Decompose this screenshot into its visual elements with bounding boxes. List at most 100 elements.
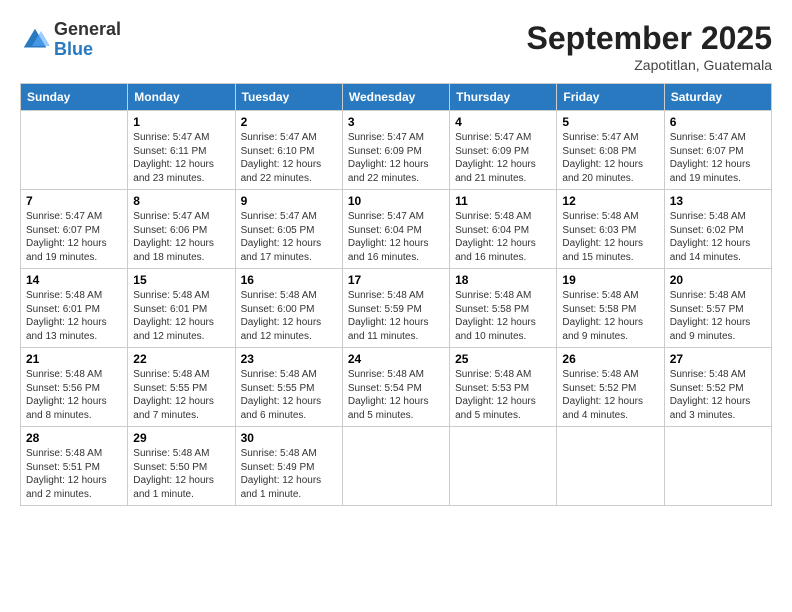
day-number: 12 [562,194,658,208]
day-info: Sunrise: 5:48 AM Sunset: 5:51 PM Dayligh… [26,447,122,501]
day-number: 30 [241,431,337,445]
day-info: Sunrise: 5:48 AM Sunset: 6:02 PM Dayligh… [670,210,766,264]
calendar-week: 1 Sunrise: 5:47 AM Sunset: 6:11 PM Daylig… [21,111,772,190]
calendar-cell: 12 Sunrise: 5:48 AM Sunset: 6:03 PM Dayli… [557,190,664,269]
day-number: 11 [455,194,551,208]
day-number: 5 [562,115,658,129]
day-info: Sunrise: 5:48 AM Sunset: 5:55 PM Dayligh… [133,368,229,422]
logo: General Blue [20,20,121,60]
day-info: Sunrise: 5:47 AM Sunset: 6:09 PM Dayligh… [348,131,444,185]
calendar-cell: 14 Sunrise: 5:48 AM Sunset: 6:01 PM Dayli… [21,269,128,348]
weekday-row: SundayMondayTuesdayWednesdayThursdayFrid… [21,84,772,111]
calendar-cell [557,427,664,506]
calendar-cell: 13 Sunrise: 5:48 AM Sunset: 6:02 PM Dayli… [664,190,771,269]
day-number: 4 [455,115,551,129]
day-number: 22 [133,352,229,366]
calendar-cell [450,427,557,506]
page-header: General Blue September 2025 Zapotitlan, … [20,20,772,73]
day-info: Sunrise: 5:48 AM Sunset: 6:04 PM Dayligh… [455,210,551,264]
day-info: Sunrise: 5:48 AM Sunset: 6:01 PM Dayligh… [26,289,122,343]
day-info: Sunrise: 5:48 AM Sunset: 5:58 PM Dayligh… [562,289,658,343]
calendar-cell: 21 Sunrise: 5:48 AM Sunset: 5:56 PM Dayli… [21,348,128,427]
weekday-header: Saturday [664,84,771,111]
day-number: 21 [26,352,122,366]
calendar-cell: 17 Sunrise: 5:48 AM Sunset: 5:59 PM Dayli… [342,269,449,348]
day-info: Sunrise: 5:48 AM Sunset: 5:59 PM Dayligh… [348,289,444,343]
day-number: 15 [133,273,229,287]
day-info: Sunrise: 5:48 AM Sunset: 5:50 PM Dayligh… [133,447,229,501]
calendar-cell: 29Sunrise: 5:48 AM Sunset: 5:50 PM Dayli… [128,427,235,506]
calendar-cell: 25 Sunrise: 5:48 AM Sunset: 5:53 PM Dayli… [450,348,557,427]
day-number: 13 [670,194,766,208]
calendar-week: 14 Sunrise: 5:48 AM Sunset: 6:01 PM Dayli… [21,269,772,348]
day-info: Sunrise: 5:48 AM Sunset: 5:57 PM Dayligh… [670,289,766,343]
day-number: 8 [133,194,229,208]
calendar-cell: 27Sunrise: 5:48 AM Sunset: 5:52 PM Dayli… [664,348,771,427]
day-info: Sunrise: 5:47 AM Sunset: 6:05 PM Dayligh… [241,210,337,264]
calendar-cell: 9 Sunrise: 5:47 AM Sunset: 6:05 PM Daylig… [235,190,342,269]
day-info: Sunrise: 5:48 AM Sunset: 5:53 PM Dayligh… [455,368,551,422]
calendar-cell: 24Sunrise: 5:48 AM Sunset: 5:54 PM Dayli… [342,348,449,427]
calendar-cell: 23Sunrise: 5:48 AM Sunset: 5:55 PM Dayli… [235,348,342,427]
calendar-cell: 11 Sunrise: 5:48 AM Sunset: 6:04 PM Dayli… [450,190,557,269]
day-info: Sunrise: 5:48 AM Sunset: 5:49 PM Dayligh… [241,447,337,501]
day-number: 9 [241,194,337,208]
day-info: Sunrise: 5:47 AM Sunset: 6:09 PM Dayligh… [455,131,551,185]
calendar-cell [342,427,449,506]
calendar-cell: 10Sunrise: 5:47 AM Sunset: 6:04 PM Dayli… [342,190,449,269]
weekday-header: Thursday [450,84,557,111]
logo-general: General [54,20,121,40]
day-number: 24 [348,352,444,366]
calendar-cell: 15 Sunrise: 5:48 AM Sunset: 6:01 PM Dayli… [128,269,235,348]
day-number: 25 [455,352,551,366]
day-info: Sunrise: 5:48 AM Sunset: 5:55 PM Dayligh… [241,368,337,422]
day-info: Sunrise: 5:47 AM Sunset: 6:11 PM Dayligh… [133,131,229,185]
day-number: 16 [241,273,337,287]
day-number: 1 [133,115,229,129]
day-info: Sunrise: 5:47 AM Sunset: 6:10 PM Dayligh… [241,131,337,185]
calendar-cell: 20Sunrise: 5:48 AM Sunset: 5:57 PM Dayli… [664,269,771,348]
day-info: Sunrise: 5:48 AM Sunset: 5:56 PM Dayligh… [26,368,122,422]
day-info: Sunrise: 5:48 AM Sunset: 6:00 PM Dayligh… [241,289,337,343]
day-info: Sunrise: 5:47 AM Sunset: 6:08 PM Dayligh… [562,131,658,185]
day-info: Sunrise: 5:48 AM Sunset: 6:01 PM Dayligh… [133,289,229,343]
day-info: Sunrise: 5:47 AM Sunset: 6:06 PM Dayligh… [133,210,229,264]
day-number: 27 [670,352,766,366]
day-number: 3 [348,115,444,129]
calendar-cell: 2 Sunrise: 5:47 AM Sunset: 6:10 PM Daylig… [235,111,342,190]
logo-blue: Blue [54,40,121,60]
calendar-cell: 28Sunrise: 5:48 AM Sunset: 5:51 PM Dayli… [21,427,128,506]
calendar-cell: 26Sunrise: 5:48 AM Sunset: 5:52 PM Dayli… [557,348,664,427]
calendar-header: SundayMondayTuesdayWednesdayThursdayFrid… [21,84,772,111]
weekday-header: Sunday [21,84,128,111]
weekday-header: Tuesday [235,84,342,111]
day-info: Sunrise: 5:48 AM Sunset: 5:52 PM Dayligh… [562,368,658,422]
calendar-cell [664,427,771,506]
day-number: 10 [348,194,444,208]
day-number: 6 [670,115,766,129]
calendar-cell: 6Sunrise: 5:47 AM Sunset: 6:07 PM Daylig… [664,111,771,190]
calendar-week: 7Sunrise: 5:47 AM Sunset: 6:07 PM Daylig… [21,190,772,269]
calendar-cell: 8 Sunrise: 5:47 AM Sunset: 6:06 PM Daylig… [128,190,235,269]
logo-text: General Blue [54,20,121,60]
weekday-header: Friday [557,84,664,111]
calendar-cell: 4 Sunrise: 5:47 AM Sunset: 6:09 PM Daylig… [450,111,557,190]
calendar-cell: 19 Sunrise: 5:48 AM Sunset: 5:58 PM Dayli… [557,269,664,348]
calendar-body: 1 Sunrise: 5:47 AM Sunset: 6:11 PM Daylig… [21,111,772,506]
calendar-week: 28Sunrise: 5:48 AM Sunset: 5:51 PM Dayli… [21,427,772,506]
day-number: 19 [562,273,658,287]
calendar-cell: 5 Sunrise: 5:47 AM Sunset: 6:08 PM Daylig… [557,111,664,190]
calendar-cell: 16 Sunrise: 5:48 AM Sunset: 6:00 PM Dayli… [235,269,342,348]
day-number: 14 [26,273,122,287]
calendar-cell: 7Sunrise: 5:47 AM Sunset: 6:07 PM Daylig… [21,190,128,269]
day-info: Sunrise: 5:47 AM Sunset: 6:07 PM Dayligh… [26,210,122,264]
calendar-cell: 3 Sunrise: 5:47 AM Sunset: 6:09 PM Daylig… [342,111,449,190]
day-number: 2 [241,115,337,129]
month-title: September 2025 [527,20,772,57]
weekday-header: Monday [128,84,235,111]
day-info: Sunrise: 5:48 AM Sunset: 6:03 PM Dayligh… [562,210,658,264]
calendar-table: SundayMondayTuesdayWednesdayThursdayFrid… [20,83,772,506]
day-number: 17 [348,273,444,287]
calendar-cell: 1 Sunrise: 5:47 AM Sunset: 6:11 PM Daylig… [128,111,235,190]
location: Zapotitlan, Guatemala [527,57,772,73]
